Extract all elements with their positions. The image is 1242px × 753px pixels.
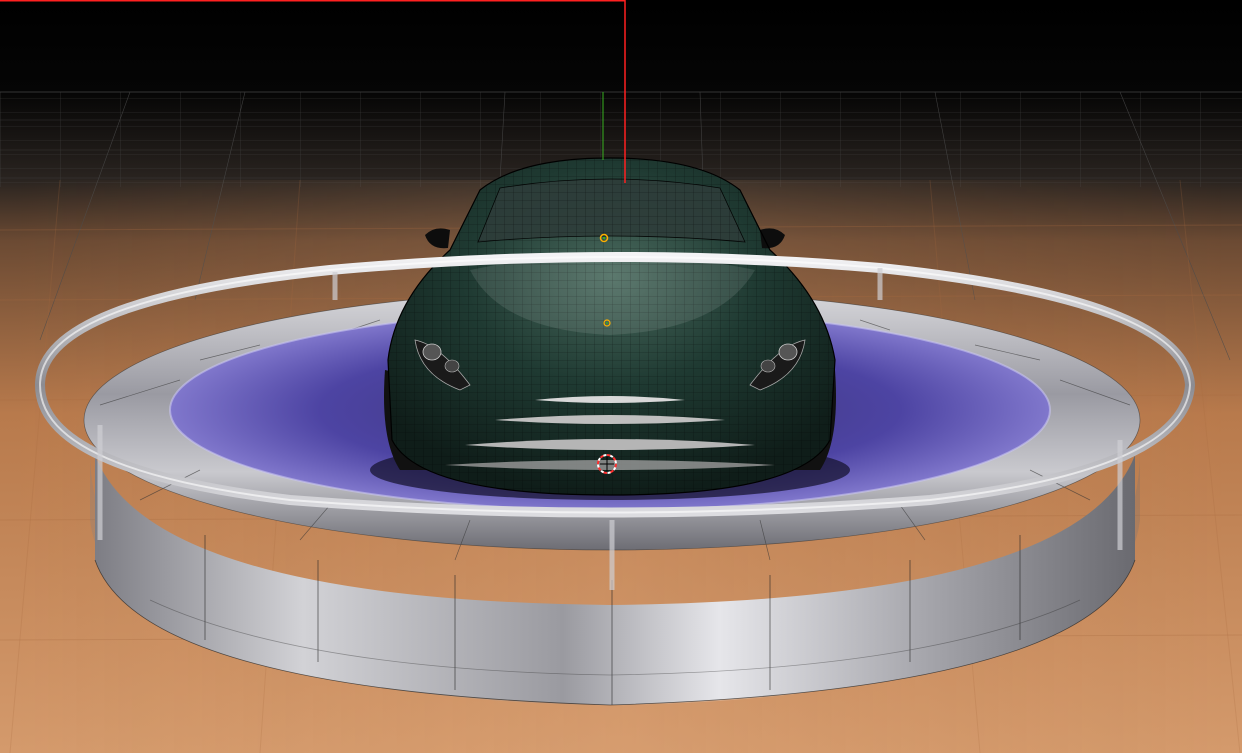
3d-viewport[interactable] [0,0,1242,753]
3d-cursor-icon [597,454,617,474]
viewport-scene[interactable] [0,0,1242,753]
